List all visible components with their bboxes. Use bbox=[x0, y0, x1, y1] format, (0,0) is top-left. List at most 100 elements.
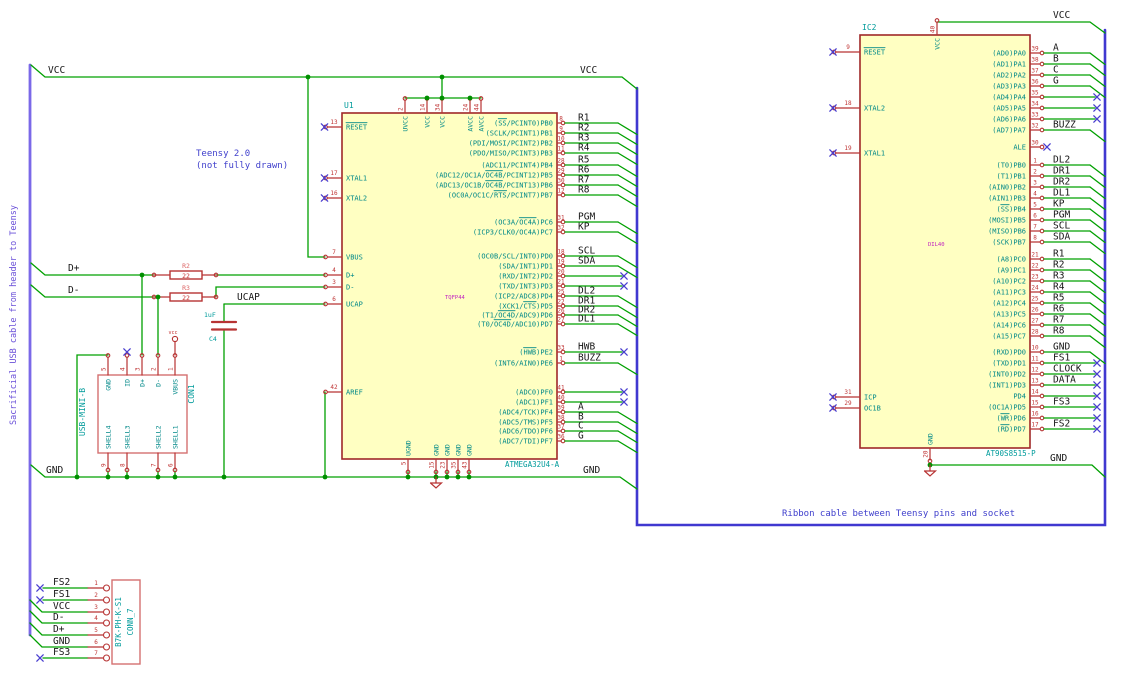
pin-end bbox=[1039, 173, 1045, 179]
pin-number: 1 bbox=[1033, 157, 1037, 164]
pin-name: (SCK)PB7 bbox=[992, 239, 1026, 247]
net-label: R7 bbox=[1053, 314, 1064, 325]
pin-number: 25 bbox=[557, 288, 565, 295]
pin-name: (AD5)PA5 bbox=[992, 105, 1026, 113]
pin-number: 32 bbox=[557, 224, 565, 231]
pin-name: ID bbox=[123, 379, 131, 387]
pin-number: 3 bbox=[135, 367, 142, 371]
wire-bus-entry bbox=[617, 132, 638, 146]
resistor-reference: R2 bbox=[182, 262, 190, 270]
pin-name: (A12)PC4 bbox=[992, 300, 1026, 308]
pin-name: VBUS bbox=[346, 254, 363, 262]
ic-footprint: DIL40 bbox=[928, 242, 945, 248]
wire bbox=[30, 64, 638, 90]
pin-name: GND bbox=[465, 444, 473, 456]
resistor-value: 22 bbox=[182, 272, 190, 280]
pin-number: 4 bbox=[1033, 190, 1037, 197]
pin-number: 40 bbox=[930, 25, 937, 33]
net-label: GND bbox=[583, 465, 600, 476]
pin-number: 5 bbox=[1033, 201, 1037, 208]
pin-name: (SS/PCINT0)PB0 bbox=[494, 120, 553, 128]
no-connect-x bbox=[36, 584, 44, 592]
pin-number: 11 bbox=[1031, 355, 1039, 362]
pin-end bbox=[172, 467, 178, 473]
wire-bus-entry bbox=[1089, 280, 1106, 294]
pin-name: VCC bbox=[423, 116, 431, 128]
pin-number: 33 bbox=[1031, 111, 1039, 118]
pin-name: AREF bbox=[346, 389, 363, 397]
net-label: DL1 bbox=[578, 313, 595, 324]
pin-number: 38 bbox=[1031, 56, 1039, 63]
wire-bus-entry bbox=[1089, 74, 1106, 88]
pin-number: 24 bbox=[1031, 284, 1039, 291]
pin-end bbox=[1039, 393, 1045, 399]
net-label: DL1 bbox=[1053, 187, 1070, 198]
net-label: SDA bbox=[1053, 231, 1070, 242]
pin-name: SHELL4 bbox=[104, 425, 112, 449]
pin-number: 43 bbox=[462, 461, 469, 469]
pin-number: 37 bbox=[1031, 67, 1039, 74]
wire-bus-entry bbox=[1089, 208, 1106, 222]
pin-name: AVCC bbox=[466, 116, 474, 132]
pin-number: 7 bbox=[94, 650, 98, 657]
pin-number: 34 bbox=[1031, 100, 1039, 107]
wire-bus-entry bbox=[1089, 219, 1106, 233]
net-label: D- bbox=[68, 285, 79, 296]
net-label: B bbox=[1053, 53, 1059, 64]
pin-number: 12 bbox=[1031, 366, 1039, 373]
wire-bus-entry bbox=[1089, 197, 1106, 211]
pin-number: 11 bbox=[557, 145, 565, 152]
pin-name: (TXD)PD1 bbox=[992, 360, 1026, 368]
pin-number: 7 bbox=[332, 249, 336, 256]
pin-number: 21 bbox=[1031, 251, 1039, 258]
pin-number: 6 bbox=[332, 296, 336, 303]
pin-end bbox=[1039, 289, 1045, 295]
net-label: A bbox=[1053, 42, 1059, 53]
wire-bus-entry bbox=[617, 221, 638, 235]
pin-name: XTAL1 bbox=[864, 150, 885, 158]
wire-bus-entry bbox=[1089, 291, 1106, 305]
pin-name: SHELL2 bbox=[154, 425, 162, 449]
net-label: SCL bbox=[1053, 220, 1070, 231]
pin-number: 16 bbox=[1031, 410, 1039, 417]
pin-number: 38 bbox=[557, 414, 565, 421]
no-connect-x bbox=[829, 104, 837, 112]
pin-pad bbox=[102, 608, 111, 616]
ic-footprint: TQFP44 bbox=[445, 295, 466, 301]
resistor-value: 22 bbox=[182, 294, 190, 302]
wire-bus-entry bbox=[617, 421, 638, 435]
net-label: R2 bbox=[1053, 259, 1064, 270]
pin-name: (ADC12/OC1A/OC4B/PCINT12)PB5 bbox=[435, 172, 553, 180]
pin-name: (MISO)PB6 bbox=[988, 228, 1026, 236]
pin-name: XTAL2 bbox=[346, 195, 367, 203]
wire-bus-entry bbox=[617, 184, 638, 198]
pin-number: 10 bbox=[1031, 344, 1039, 351]
pin-number: 6 bbox=[94, 639, 98, 646]
pin-number: 16 bbox=[330, 190, 338, 197]
pin-name: UCAP bbox=[346, 301, 363, 309]
pin-number: 37 bbox=[557, 423, 565, 430]
pin-number: 31 bbox=[557, 214, 565, 221]
pin-number: 20 bbox=[557, 268, 565, 275]
net-label: R5 bbox=[1053, 292, 1064, 303]
net-label: FS3 bbox=[1053, 396, 1070, 407]
pin-number: 30 bbox=[557, 177, 565, 184]
net-label: DR1 bbox=[1053, 165, 1070, 176]
ic-u1: U1ATMEGA32U4-ATQFP448(SS/PCINT0)PB0R19(S… bbox=[320, 96, 638, 475]
pin-end bbox=[1039, 300, 1045, 306]
pin-end bbox=[1039, 426, 1045, 432]
net-label: C bbox=[1053, 64, 1059, 75]
pin-number: 3 bbox=[332, 279, 336, 286]
junction-dot bbox=[105, 474, 111, 480]
net-label: GND bbox=[1053, 341, 1070, 352]
net-label: GND bbox=[53, 636, 70, 647]
net-label: D+ bbox=[53, 624, 65, 635]
pin-name: PD4 bbox=[1013, 393, 1026, 401]
pin-end bbox=[1039, 267, 1045, 273]
wire bbox=[30, 262, 155, 276]
net-label: SDA bbox=[578, 255, 595, 266]
pin-name: XTAL1 bbox=[346, 175, 367, 183]
net-label: VCC bbox=[1053, 10, 1070, 21]
pin-number: 29 bbox=[557, 167, 565, 174]
junction-dot bbox=[439, 74, 445, 80]
